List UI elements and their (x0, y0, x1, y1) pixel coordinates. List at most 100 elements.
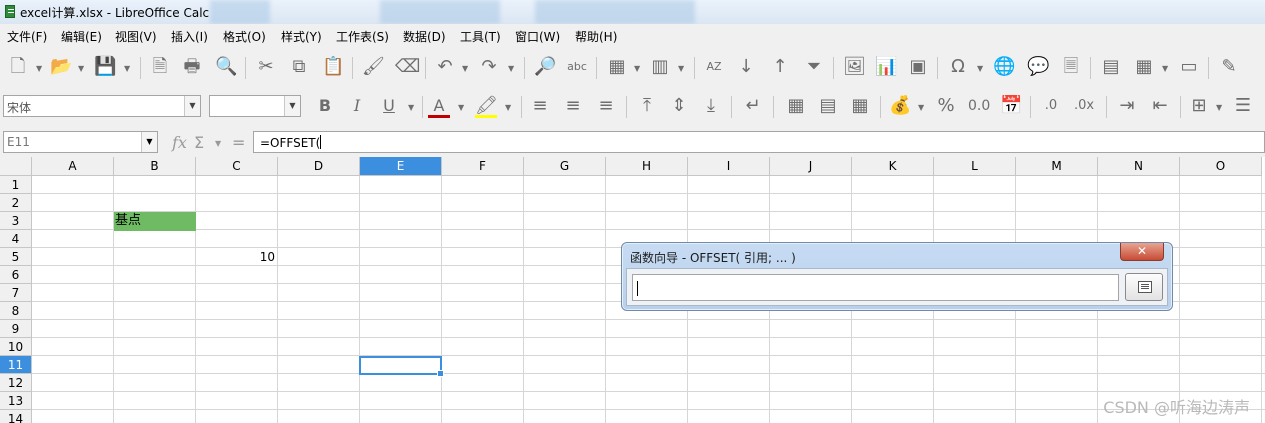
menu-insert[interactable]: 插入(I) (171, 28, 208, 45)
row-header-3[interactable]: 3 (0, 212, 32, 230)
spellcheck-icon[interactable]: abc (566, 57, 588, 79)
undo-icon[interactable]: ↶ (434, 57, 456, 79)
highlight-color-icon[interactable]: 🖍 (475, 96, 498, 118)
sort-ascending-icon[interactable]: ↓ (735, 57, 757, 79)
save-icon[interactable]: 💾 (94, 57, 116, 79)
expand-dialog-button[interactable] (1125, 273, 1163, 301)
border-style-icon[interactable]: ☰ (1232, 96, 1254, 118)
chevron-down-icon[interactable]: ▼ (124, 64, 132, 73)
menu-edit[interactable]: 编辑(E) (61, 28, 102, 45)
find-replace-icon[interactable]: 🔎 (534, 57, 556, 79)
italic-icon[interactable]: I (346, 96, 368, 118)
font-size-combo[interactable]: ▼ (209, 95, 301, 117)
row-header-12[interactable]: 12 (0, 374, 32, 392)
merge-cells-icon[interactable]: ▦ (785, 96, 807, 118)
define-print-area-icon[interactable]: ▤ (1100, 57, 1122, 79)
chevron-down-icon[interactable]: ▼ (977, 64, 985, 73)
column-header-n[interactable]: N (1098, 157, 1180, 176)
align-left-icon[interactable]: ≡ (529, 96, 551, 118)
sort-icon[interactable]: AZ (703, 57, 725, 79)
menu-window[interactable]: 窗口(W) (515, 28, 560, 45)
row-header-4[interactable]: 4 (0, 230, 32, 248)
increase-indent-icon[interactable]: ⇥ (1116, 96, 1138, 118)
clone-formatting-icon[interactable]: 🖌 (362, 57, 385, 79)
column-header-b[interactable]: B (114, 157, 196, 176)
dialog-argument-input[interactable] (632, 274, 1119, 301)
merge-center-icon[interactable]: ▤ (817, 96, 839, 118)
center-vertically-icon[interactable]: ⇕ (668, 96, 690, 118)
chevron-down-icon[interactable]: ▼ (462, 64, 470, 73)
insert-chart-icon[interactable]: 📊 (875, 57, 897, 79)
formula-icon[interactable]: = (232, 133, 245, 152)
decrease-indent-icon[interactable]: ⇤ (1149, 96, 1171, 118)
row-header-8[interactable]: 8 (0, 302, 32, 320)
row-header-2[interactable]: 2 (0, 194, 32, 212)
copy-icon[interactable]: ⧉ (288, 57, 310, 79)
menu-tools[interactable]: 工具(T) (460, 28, 501, 45)
chevron-down-icon[interactable]: ▼ (408, 103, 416, 112)
column-header-a[interactable]: A (32, 157, 114, 176)
unmerge-cells-icon[interactable]: ▦ (849, 96, 871, 118)
cell-c5[interactable]: 10 (196, 248, 278, 266)
chevron-down-icon[interactable]: ▼ (634, 64, 642, 73)
chevron-down-icon[interactable]: ▼ (284, 96, 300, 116)
row-header-6[interactable]: 6 (0, 266, 32, 284)
dialog-close-button[interactable]: ✕ (1120, 243, 1164, 261)
column-header-k[interactable]: K (852, 157, 934, 176)
chevron-down-icon[interactable]: ▼ (141, 132, 157, 152)
row-header-5[interactable]: 5 (0, 248, 32, 266)
print-preview-icon[interactable]: 🔍 (215, 57, 237, 79)
borders-icon[interactable]: ⊞ (1188, 96, 1210, 118)
special-character-icon[interactable]: Ω (947, 57, 969, 79)
align-top-icon[interactable]: ⤒ (636, 96, 658, 118)
insert-image-icon[interactable]: 🖼 (843, 57, 866, 79)
underline-icon[interactable]: U (378, 96, 400, 118)
split-window-icon[interactable]: ▭ (1178, 57, 1200, 79)
chevron-down-icon[interactable]: ▼ (918, 103, 926, 112)
pivot-table-icon[interactable]: ▣ (907, 57, 929, 79)
wrap-text-icon[interactable]: ↵ (742, 96, 764, 118)
chevron-down-icon[interactable]: ▼ (508, 64, 516, 73)
add-decimal-icon[interactable]: .0 (1040, 96, 1062, 118)
freeze-rows-columns-icon[interactable]: ▦ (1133, 57, 1155, 79)
column-header-c[interactable]: C (196, 157, 278, 176)
row-header-9[interactable]: 9 (0, 320, 32, 338)
currency-format-icon[interactable]: 💰 (889, 96, 911, 118)
active-cell-cursor[interactable] (359, 356, 444, 377)
column-header-i[interactable]: I (688, 157, 770, 176)
chevron-down-icon[interactable]: ▼ (78, 64, 86, 73)
row-header-10[interactable]: 10 (0, 338, 32, 356)
redo-icon[interactable]: ↷ (478, 57, 500, 79)
comment-icon[interactable]: 💬 (1027, 57, 1049, 79)
menu-view[interactable]: 视图(V) (115, 28, 157, 45)
menu-data[interactable]: 数据(D) (403, 28, 446, 45)
chevron-down-icon[interactable]: ▼ (1162, 64, 1170, 73)
sort-descending-icon[interactable]: ↑ (769, 57, 791, 79)
formula-input[interactable]: =OFFSET( (253, 131, 1265, 153)
show-draw-functions-icon[interactable]: ✎ (1218, 57, 1240, 79)
chevron-down-icon[interactable]: ▼ (678, 64, 686, 73)
row-header-7[interactable]: 7 (0, 284, 32, 302)
hyperlink-icon[interactable]: 🌐 (993, 57, 1015, 79)
percent-format-icon[interactable]: % (935, 96, 957, 118)
column-header-d[interactable]: D (278, 157, 360, 176)
menu-format[interactable]: 格式(O) (223, 28, 266, 45)
font-color-icon[interactable]: A (428, 96, 450, 118)
row-icon[interactable]: ▦ (606, 57, 628, 79)
print-icon[interactable]: 🖶 (181, 57, 203, 79)
column-icon[interactable]: ▥ (649, 57, 671, 79)
header-footer-icon[interactable]: 🗏 (1060, 57, 1082, 79)
cell-b3[interactable]: 基点 (114, 212, 196, 231)
menu-help[interactable]: 帮助(H) (575, 28, 617, 45)
chevron-down-icon[interactable]: ▼ (36, 64, 44, 73)
new-document-icon[interactable]: 🗋 (7, 57, 29, 79)
autofilter-icon[interactable]: ⏷ (803, 57, 825, 79)
chevron-down-icon[interactable]: ▼ (215, 139, 221, 148)
function-wizard-icon[interactable]: fx (172, 133, 187, 152)
menu-styles[interactable]: 样式(Y) (281, 28, 322, 45)
row-header-13[interactable]: 13 (0, 392, 32, 410)
menu-sheet[interactable]: 工作表(S) (336, 28, 389, 45)
column-header-j[interactable]: J (770, 157, 852, 176)
column-header-e[interactable]: E (360, 157, 442, 176)
align-center-icon[interactable]: ≡ (562, 96, 584, 118)
